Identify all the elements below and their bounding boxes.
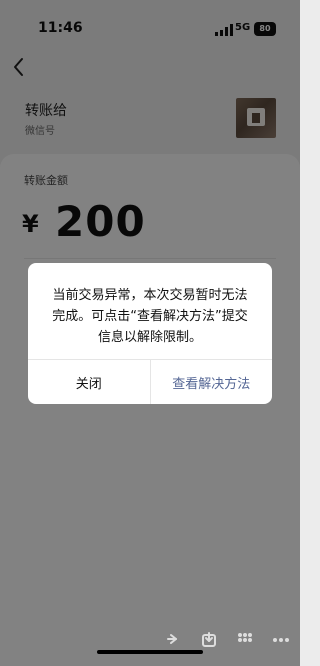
close-button[interactable]: 关闭: [28, 360, 151, 404]
more-icon: [273, 638, 289, 642]
download-icon: [202, 632, 216, 647]
more-button[interactable]: [266, 625, 296, 655]
view-solution-button[interactable]: 查看解决方法: [151, 360, 273, 404]
dialog-actions: 关闭 查看解决方法: [28, 359, 272, 404]
apps-button[interactable]: [230, 625, 260, 655]
share-icon: [167, 634, 177, 644]
dialog-message: 当前交易异常，本次交易暂时无法 完成。可点击“查看解决方法”提交 信息以解除限制…: [52, 288, 248, 345]
error-dialog: 当前交易异常，本次交易暂时无法 完成。可点击“查看解决方法”提交 信息以解除限制…: [28, 263, 272, 404]
grid-icon: [238, 633, 252, 642]
home-indicator: [97, 650, 203, 654]
transfer-screen: 11:46 5G 80 转账给 微信号 转账金额 ¥ 200 当前交易异常，本次…: [0, 0, 300, 666]
